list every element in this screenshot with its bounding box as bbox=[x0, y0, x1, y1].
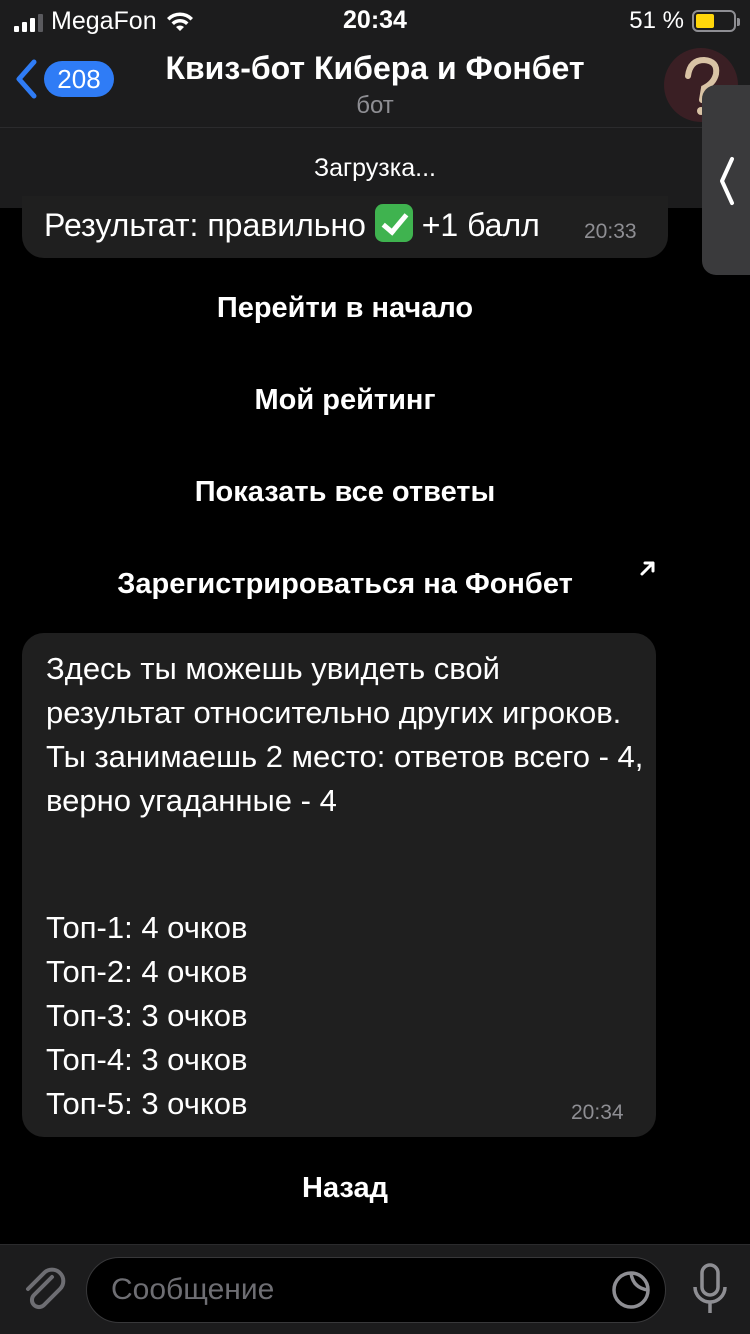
button-label: Перейти в начало bbox=[216, 291, 474, 324]
back-reply-button[interactable]: Назад bbox=[22, 1148, 668, 1228]
message-field[interactable] bbox=[86, 1257, 666, 1323]
go-to-start-button[interactable]: Перейти в начало bbox=[22, 268, 668, 348]
button-label: Назад bbox=[302, 1171, 388, 1204]
screen: MegaFon 20:34 51 % 208 Квиз-бот Кибера и… bbox=[0, 0, 750, 1334]
chevron-left-icon bbox=[720, 157, 734, 205]
top-list-item: Топ-1: 4 очков bbox=[46, 910, 248, 945]
arrow-up-right-icon bbox=[640, 561, 655, 576]
chevron-left-icon bbox=[16, 59, 37, 99]
status-right: 51 % bbox=[629, 7, 740, 35]
rating-paragraph: Здесь ты можешь увидеть свой результат о… bbox=[46, 651, 644, 818]
show-all-answers-button[interactable]: Показать все ответы bbox=[22, 452, 668, 532]
register-fonbet-button[interactable]: Зарегистрироваться на Фонбет bbox=[22, 544, 668, 624]
message-time: 20:34 bbox=[571, 1101, 624, 1124]
top-list-item: Топ-5: 3 очков bbox=[46, 1086, 248, 1121]
message-input[interactable] bbox=[111, 1258, 591, 1322]
message-time: 20:33 bbox=[584, 220, 637, 243]
sticker-icon[interactable] bbox=[611, 1270, 651, 1310]
top-list-item: Топ-3: 3 очков bbox=[46, 998, 248, 1033]
button-label: Показать все ответы bbox=[194, 475, 496, 508]
back-button[interactable]: 208 bbox=[14, 58, 114, 100]
status-bar: MegaFon 20:34 51 % bbox=[0, 0, 750, 40]
message-input-bar bbox=[0, 1244, 750, 1334]
chat-subtitle: бот bbox=[356, 92, 394, 119]
result-text: Результат: правильно bbox=[44, 207, 366, 243]
loading-text: Загрузка... bbox=[314, 153, 436, 182]
message-bubble-result: Результат: правильно +1 балл 20:33 bbox=[22, 196, 668, 258]
paperclip-icon[interactable] bbox=[22, 1265, 66, 1315]
top-list-item: Топ-2: 4 очков bbox=[46, 954, 248, 989]
unread-badge: 208 bbox=[44, 61, 114, 97]
my-rating-button[interactable]: Мой рейтинг bbox=[22, 360, 668, 440]
chat-title[interactable]: Квиз-бот Кибера и Фонбет bbox=[120, 50, 630, 87]
top-list: Топ-1: 4 очков Топ-2: 4 очков Топ-3: 3 о… bbox=[46, 906, 248, 1126]
message-text: Результат: правильно +1 балл bbox=[44, 204, 540, 244]
button-label: Мой рейтинг bbox=[254, 383, 436, 416]
side-panel-handle[interactable] bbox=[702, 85, 750, 275]
result-points: +1 балл bbox=[421, 207, 540, 243]
button-label: Зарегистрироваться на Фонбет bbox=[117, 567, 573, 600]
message-bubble-rating: Здесь ты можешь увидеть свой результат о… bbox=[22, 633, 656, 1137]
battery-percent: 51 % bbox=[629, 7, 684, 34]
battery-icon bbox=[692, 10, 740, 32]
microphone-icon[interactable] bbox=[692, 1263, 728, 1317]
chat-header: 208 Квиз-бот Кибера и Фонбет бот bbox=[0, 40, 750, 128]
top-list-item: Топ-4: 3 очков bbox=[46, 1042, 248, 1077]
check-mark-icon bbox=[374, 204, 413, 242]
battery-fill bbox=[696, 14, 714, 28]
